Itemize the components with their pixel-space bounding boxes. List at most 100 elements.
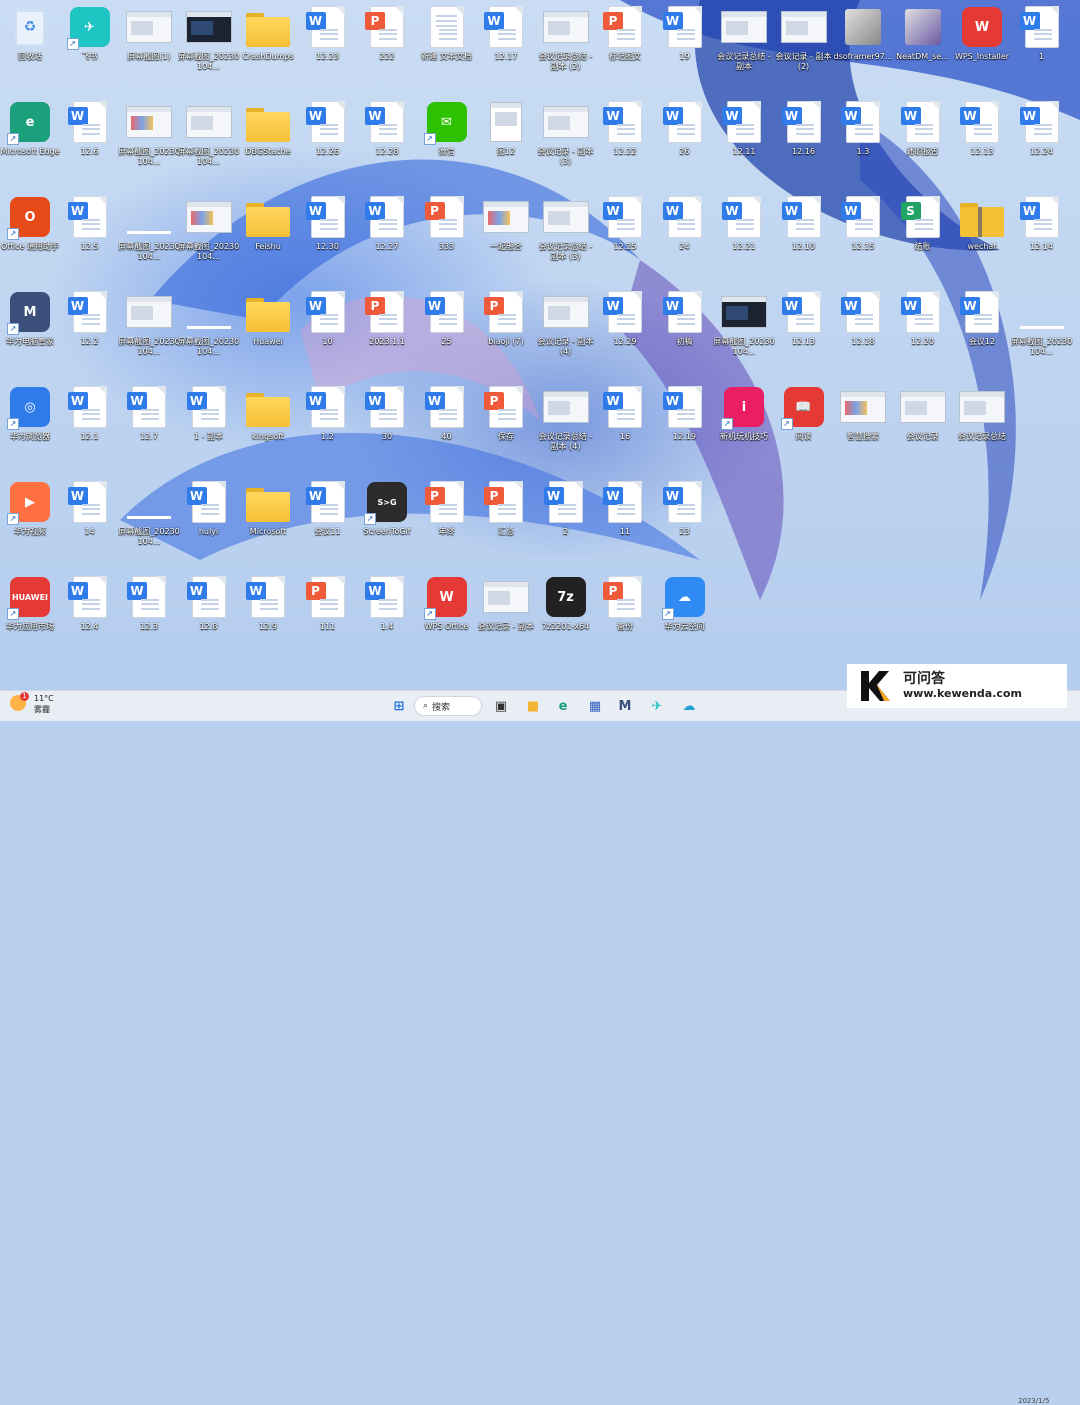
desktop-icon[interactable]: W 12.11 xyxy=(714,99,774,157)
desktop-icon[interactable]: W2 xyxy=(536,479,596,537)
desktop-icon[interactable]: W 会议12 xyxy=(952,289,1012,347)
taskbar-search[interactable]: ⌕ 搜索 xyxy=(414,696,482,716)
desktop-icon[interactable]: DBGStache xyxy=(238,99,298,157)
desktop-icon[interactable]: 屏幕截图_20230104... xyxy=(118,99,180,167)
pc-manager-button[interactable]: M xyxy=(614,696,636,716)
task-view-button[interactable]: ▣ xyxy=(490,696,512,716)
desktop-icon[interactable]: W 12.17 xyxy=(476,4,536,62)
desktop-icon[interactable]: W 12.6 xyxy=(60,99,120,157)
desktop-icon[interactable]: dsoframer97... xyxy=(833,4,893,62)
desktop-icon[interactable]: 屏幕截图_20230104... xyxy=(713,289,775,357)
desktop-icon[interactable]: 屏幕截图_20230104... xyxy=(178,289,239,357)
desktop-icon[interactable]: ♻ 回收站 xyxy=(0,4,60,62)
desktop-icon[interactable]: W 12.22 xyxy=(595,99,655,157)
desktop-icon[interactable]: W 25 xyxy=(417,289,477,347)
desktop-icon[interactable]: W 12.10 xyxy=(774,194,834,252)
desktop-icon[interactable]: 会议记录 - 副本 (3) xyxy=(536,99,596,167)
desktop-icon[interactable]: P 保存 xyxy=(476,384,536,442)
desktop-icon[interactable]: W 26 xyxy=(655,99,715,157)
desktop-icon[interactable]: e ↗ Microsoft Edge xyxy=(0,99,60,157)
desktop-icon[interactable]: W 12.27 xyxy=(357,194,417,252)
desktop-icon[interactable]: W1 xyxy=(1012,4,1072,62)
desktop-icon[interactable]: W 12.1 xyxy=(60,384,120,442)
desktop-icon[interactable]: P 2023.1.1 xyxy=(357,289,417,347)
desktop-icon[interactable]: Huawei xyxy=(238,289,298,347)
desktop-icon[interactable]: P 333 xyxy=(417,194,477,252)
desktop-icon[interactable]: W 1 - 副本 xyxy=(179,384,239,442)
desktop-icon[interactable]: M ↗ 华为电脑管家 xyxy=(0,289,60,347)
desktop-icon[interactable]: W 12.4 xyxy=(60,574,120,632)
desktop-icon[interactable]: 新建 文本文档 xyxy=(417,4,477,62)
desktop-icon[interactable]: P 标记图文 xyxy=(595,4,655,62)
desktop-icon[interactable]: 会议记录 - 副本 xyxy=(476,574,536,632)
desktop-icon[interactable]: ☁ ↗ 华为云空间 xyxy=(655,574,715,632)
desktop-icon[interactable]: 屏幕截图_20230104... xyxy=(118,194,180,262)
desktop-icon[interactable]: P 备份 xyxy=(595,574,655,632)
desktop-icon[interactable]: W 12.28 xyxy=(357,99,417,157)
desktop-icon[interactable]: 会议记录总结 - 副本 (4) xyxy=(536,384,596,452)
desktop-icon[interactable]: P 111 xyxy=(298,574,358,632)
desktop-icon[interactable]: 会议记录总结 - 副本 (2) xyxy=(536,4,596,72)
desktop-icon[interactable]: P 年终 xyxy=(417,479,477,537)
desktop-icon[interactable]: 屏幕截图_20230104... xyxy=(118,479,180,547)
desktop-icon[interactable]: W 12.30 xyxy=(298,194,358,252)
desktop-icon[interactable]: 会议记录 - 副本 (2) xyxy=(774,4,834,72)
desktop-icon[interactable]: S 结账 xyxy=(893,194,953,252)
desktop-icon[interactable]: W 12.3 xyxy=(119,574,179,632)
desktop-icon[interactable]: W 1.3 xyxy=(833,99,893,157)
desktop-icon[interactable]: W WPS_Installer xyxy=(952,4,1012,62)
desktop-icon[interactable]: W 12.29 xyxy=(595,289,655,347)
desktop-icon[interactable]: HUAWEI ↗ 华为应用市场 xyxy=(0,574,60,632)
desktop-icon[interactable]: 一起融合 xyxy=(476,194,536,252)
desktop-icon[interactable]: W 12.9 xyxy=(238,574,298,632)
desktop-icon[interactable]: W 12.13 xyxy=(774,289,834,347)
desktop-icon[interactable]: 会议记录总结 - 副本 (3) xyxy=(536,194,596,262)
desktop-icon[interactable]: 智慧搜索 xyxy=(833,384,893,442)
desktop-icon[interactable]: W 14 xyxy=(60,479,120,537)
store-button[interactable]: ▦ xyxy=(584,696,606,716)
desktop-icon[interactable]: ✉ ↗ 微信 xyxy=(417,99,477,157)
cloud-button[interactable]: ☁ xyxy=(678,696,700,716)
desktop-icon[interactable]: O ↗ Office 通用助手 xyxy=(0,194,60,252)
desktop-icon[interactable]: W 12.2 xyxy=(60,289,120,347)
desktop-icon[interactable]: 会议记录总结 xyxy=(952,384,1012,442)
desktop-icon[interactable]: ✈ ↗ 飞书 xyxy=(60,4,120,62)
desktop-icon[interactable]: W 11 xyxy=(595,479,655,537)
desktop-icon[interactable]: wechat xyxy=(952,194,1012,252)
desktop-icon[interactable]: W 述职报告 xyxy=(893,99,953,157)
desktop-icon[interactable]: W 23 xyxy=(655,479,715,537)
feishu-button[interactable]: ✈ xyxy=(646,696,668,716)
desktop-icon[interactable]: W 初稿 xyxy=(655,289,715,347)
desktop-icon[interactable]: W 1.4 xyxy=(357,574,417,632)
desktop-icon[interactable]: W 12.13 xyxy=(952,99,1012,157)
desktop-icon[interactable]: W 会议11 xyxy=(298,479,358,537)
file-explorer-button[interactable]: ■ xyxy=(522,696,544,716)
edge-button[interactable]: e xyxy=(552,696,574,716)
desktop-icon[interactable]: W 12.24 xyxy=(1012,99,1072,157)
desktop-icon[interactable]: W 12.21 xyxy=(714,194,774,252)
desktop-icon[interactable]: W 30 xyxy=(357,384,417,442)
desktop-icon[interactable]: 屏幕截图_20230104... xyxy=(178,4,239,72)
desktop-icon[interactable]: ▶ ↗ 华为视频 xyxy=(0,479,60,537)
desktop-icon[interactable]: W 24 xyxy=(655,194,715,252)
desktop-icon[interactable]: Microsoft xyxy=(238,479,298,537)
desktop-icon[interactable]: W 16 xyxy=(595,384,655,442)
desktop-icon[interactable]: i ↗ 新机玩机技巧 xyxy=(714,384,774,442)
desktop-icon[interactable]: 屏幕截图_20230104... xyxy=(1011,289,1072,357)
desktop-icon[interactable]: W 12.19 xyxy=(655,384,715,442)
desktop-icon[interactable]: Whulyi xyxy=(179,479,239,537)
desktop-icon[interactable]: 屏幕截图_20230104... xyxy=(118,289,180,357)
desktop-icon[interactable]: W 12.25 xyxy=(595,194,655,252)
desktop-icon[interactable]: 图12 xyxy=(476,99,536,157)
tray-clock[interactable]: 2023/1/5 xyxy=(1018,1397,1049,1405)
desktop-icon[interactable]: W 12.26 xyxy=(298,99,358,157)
desktop-icon[interactable]: S>G ↗ ScreenToGif xyxy=(357,479,417,537)
desktop-icon[interactable]: W 12.16 xyxy=(774,99,834,157)
desktop-icon[interactable]: 7z 7z2201-x64 xyxy=(536,574,596,632)
desktop-icon[interactable]: Feishu xyxy=(238,194,298,252)
desktop-icon[interactable]: W 12.20 xyxy=(893,289,953,347)
start-button[interactable]: ⊞ xyxy=(388,696,410,716)
desktop-icon[interactable]: W ↗ WPS Office xyxy=(417,574,477,632)
desktop-icon[interactable]: W 10 xyxy=(298,289,358,347)
desktop-icon[interactable]: W 1.2 xyxy=(298,384,358,442)
